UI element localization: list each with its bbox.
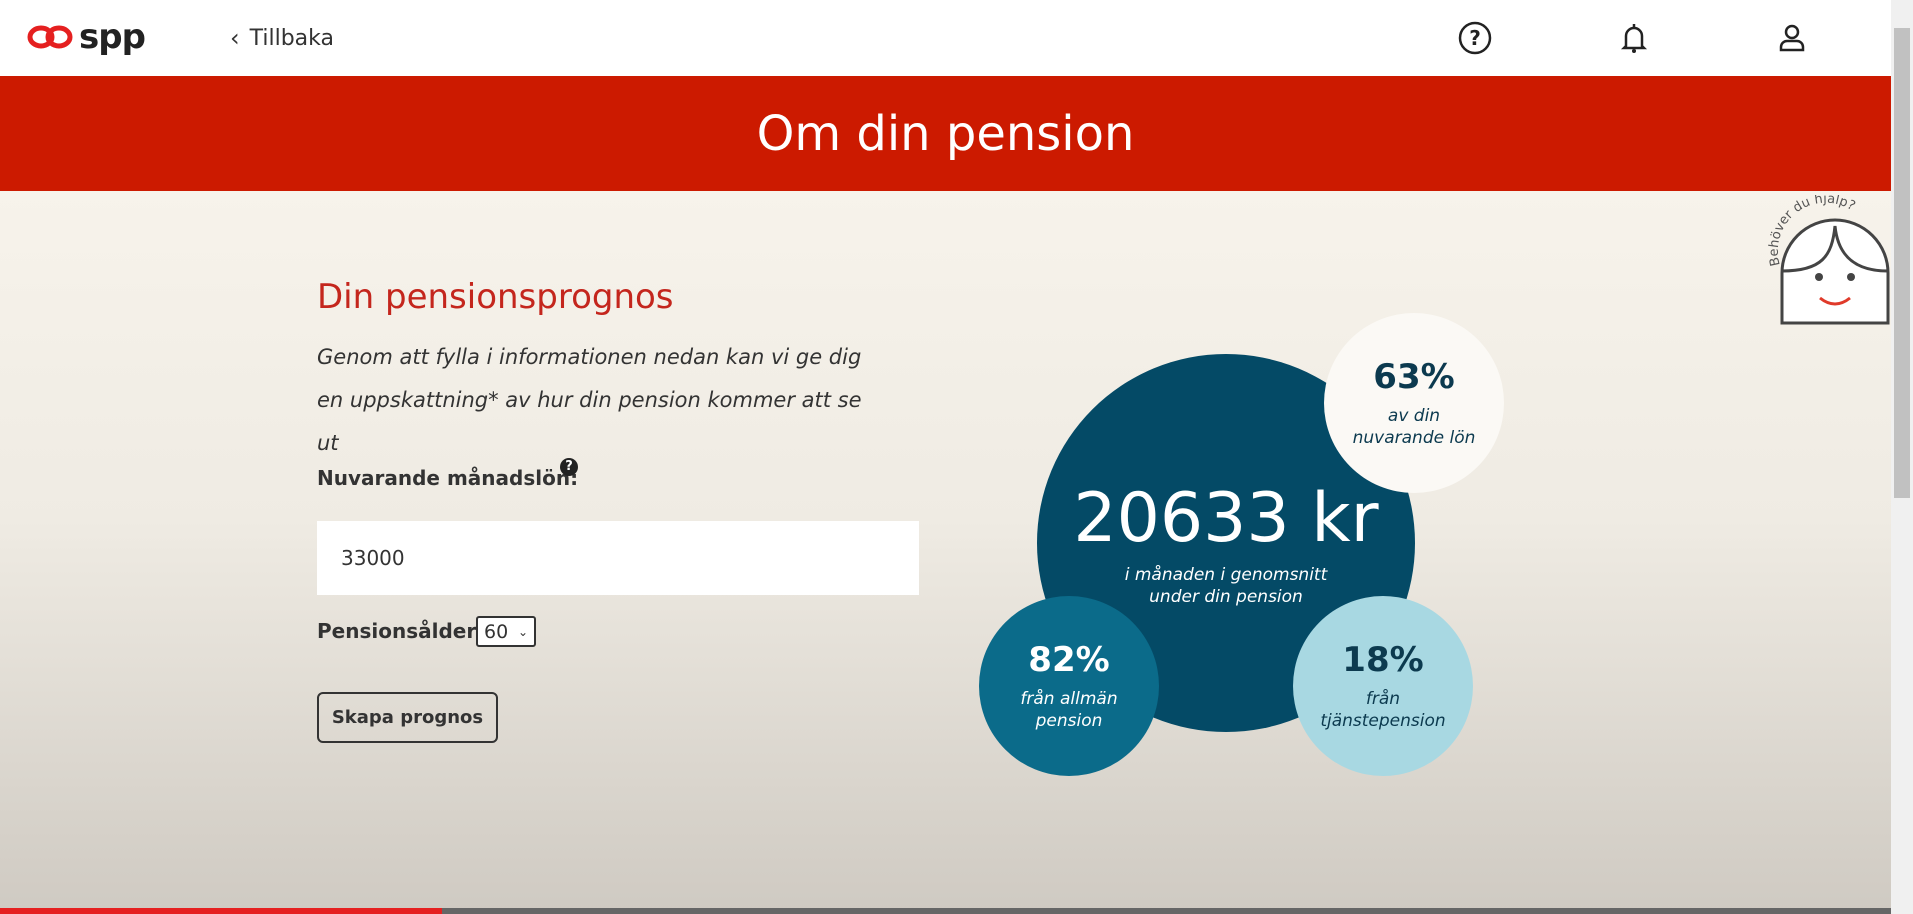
occupational-pension-bubble: 18% från tjänstepension [1293, 596, 1473, 776]
page-banner: Om din pension [0, 76, 1891, 191]
vertical-scrollbar[interactable] [1891, 0, 1913, 914]
help-icon[interactable]: ? [1457, 20, 1493, 56]
retirement-age-value: 60 [484, 620, 509, 643]
monthly-amount-desc: i månaden i genomsnitt under din pension [1124, 564, 1328, 607]
monthly-amount: 20633 kr [1073, 478, 1379, 558]
salary-share-desc: av din nuvarande lön [1352, 406, 1476, 448]
spp-logo-icon [27, 25, 73, 49]
salary-share-value: 63% [1373, 357, 1455, 397]
salary-input[interactable] [317, 521, 919, 595]
occupational-pension-desc: från tjänstepension [1320, 689, 1446, 731]
video-progress-bar[interactable] [0, 908, 1891, 914]
salary-label: Nuvarande månadslön: [317, 466, 579, 490]
help-tooltip-icon[interactable]: ? [560, 458, 578, 476]
create-forecast-button[interactable]: Skapa prognos [317, 692, 498, 743]
public-pension-bubble: 82% från allmän pension [979, 596, 1159, 776]
salary-share-bubble: 63% av din nuvarande lön [1324, 313, 1504, 493]
svg-text:?: ? [1469, 26, 1481, 50]
back-link[interactable]: ‹ Tillbaka [230, 24, 334, 52]
top-header: spp ‹ Tillbaka ? [0, 0, 1891, 76]
help-chat-widget[interactable]: Behöver du hjälp? [1762, 195, 1892, 330]
occupational-pension-value: 18% [1342, 640, 1424, 680]
chevron-down-icon: ⌄ [517, 624, 528, 639]
retirement-age-label: Pensionsålder [317, 619, 477, 643]
section-heading: Din pensionsprognos [317, 277, 674, 317]
video-progress-fill [0, 908, 443, 914]
spp-logo[interactable]: spp [27, 17, 146, 57]
scrollbar-thumb[interactable] [1894, 28, 1910, 498]
public-pension-value: 82% [1028, 640, 1110, 680]
intro-text: Genom att fylla i informationen nedan ka… [317, 345, 862, 455]
logo-text: spp [79, 17, 146, 57]
page-title: Om din pension [756, 105, 1135, 162]
user-icon[interactable] [1774, 20, 1810, 56]
bell-icon[interactable] [1616, 20, 1652, 56]
public-pension-desc: från allmän pension [1020, 689, 1118, 731]
retirement-age-select[interactable]: 60 ⌄ [476, 616, 536, 647]
chevron-left-icon: ‹ [230, 24, 240, 52]
back-label: Tillbaka [249, 25, 334, 51]
